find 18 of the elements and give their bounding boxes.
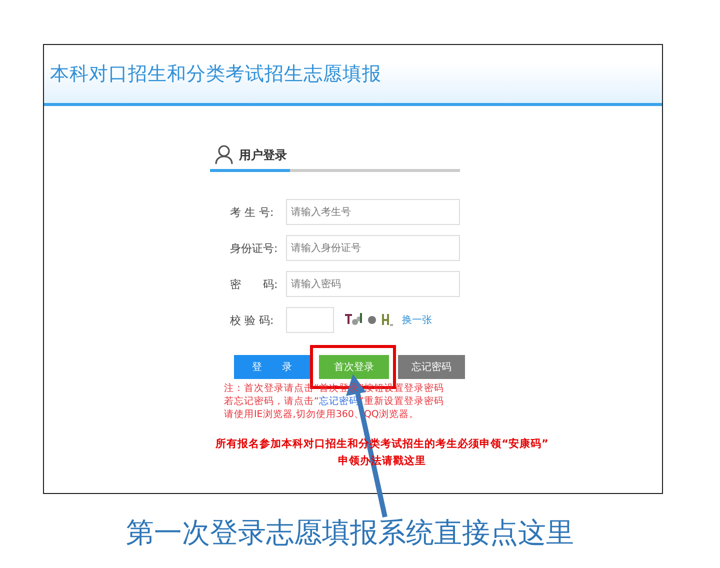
section-heading: 用户登录 <box>239 146 287 164</box>
field-label: 考 生 号: <box>230 204 275 220</box>
refresh-link[interactable]: 换一张 <box>402 313 432 327</box>
field-label: 校 验 码: <box>230 312 275 328</box>
annotation-text: 第一次登录志愿填报系统直接点这里 <box>126 515 575 551</box>
note-text: 请使用IE浏览器,切勿使用360、QQ浏览器。 <box>224 408 420 421</box>
page-title: 本科对口招生和分类考试招生志愿填报 <box>50 62 382 87</box>
field-label: 身份证号: <box>230 240 279 256</box>
input-field[interactable]: 请输入考生号 <box>286 199 460 225</box>
field-label: 密 码: <box>230 276 279 292</box>
login-button[interactable]: 登 录 <box>234 355 310 379</box>
first-login-button[interactable]: 首次登录 <box>319 355 389 379</box>
forgot-password-button[interactable]: 忘记密码 <box>398 355 465 379</box>
password-field[interactable]: 请输入密码 <box>286 271 460 297</box>
user-icon <box>215 145 233 165</box>
note-text: 注：首次登录请点击“首次登录”按钮设置登录密码 <box>224 382 445 395</box>
captcha-field[interactable] <box>286 307 334 333</box>
input-field[interactable]: 请输入身份证号 <box>286 235 460 261</box>
